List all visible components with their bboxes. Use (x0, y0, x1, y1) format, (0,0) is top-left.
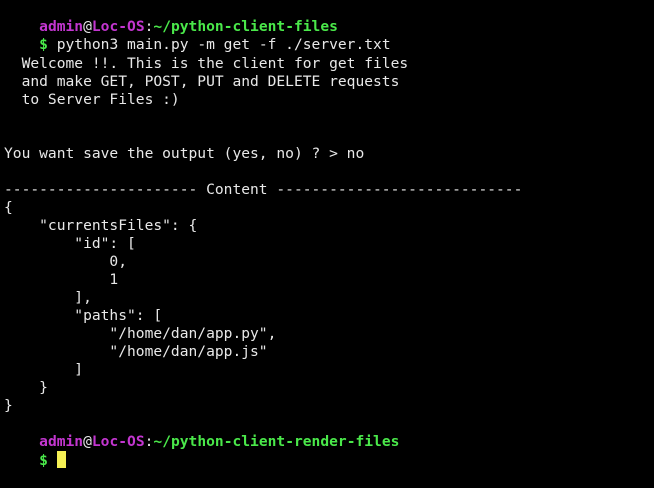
terminal-window[interactable]: admin@Loc-OS:~/python-client-files $ pyt… (0, 0, 654, 469)
welcome-line-1: Welcome !!. This is the client for get f… (4, 55, 409, 72)
input-line[interactable]: $ (4, 433, 66, 469)
prompt-line-1: admin@Loc-OS:~/python-client-files (4, 0, 338, 35)
json-line: "/home/dan/app.js" (4, 343, 268, 360)
json-line: } (4, 379, 48, 396)
prompt-line-2: admin@Loc-OS:~/python-client-render-file… (4, 415, 399, 450)
json-line: { (4, 199, 13, 216)
json-line: ] (4, 361, 84, 378)
prompt-host: Loc-OS (91, 433, 145, 450)
save-output-question: You want save the output (yes, no) ? > n… (4, 145, 365, 162)
json-line: "id": [ (4, 235, 136, 252)
content-separator: ---------------------- Content ---------… (4, 181, 523, 198)
prompt-symbol: $ (39, 452, 48, 469)
prompt-at: @ (83, 433, 92, 450)
prompt-path: ~/python-client-render-files (153, 433, 400, 450)
command-line: $ python3 main.py -m get -f ./server.txt (4, 18, 390, 53)
command-text: python3 main.py -m get -f ./server.txt (47, 36, 391, 53)
welcome-line-2: and make GET, POST, PUT and DELETE reque… (4, 73, 400, 90)
json-line: "/home/dan/app.py", (4, 325, 277, 342)
json-line: "currentsFiles": { (4, 217, 198, 234)
json-line: 1 (4, 271, 119, 288)
welcome-line-3: to Server Files :) (4, 91, 180, 108)
prompt-symbol: $ (39, 36, 48, 53)
json-line: } (4, 397, 13, 414)
json-line: ], (4, 289, 92, 306)
text-cursor[interactable] (56, 451, 66, 468)
json-line: 0, (4, 253, 128, 270)
json-line: "paths": [ (4, 307, 163, 324)
